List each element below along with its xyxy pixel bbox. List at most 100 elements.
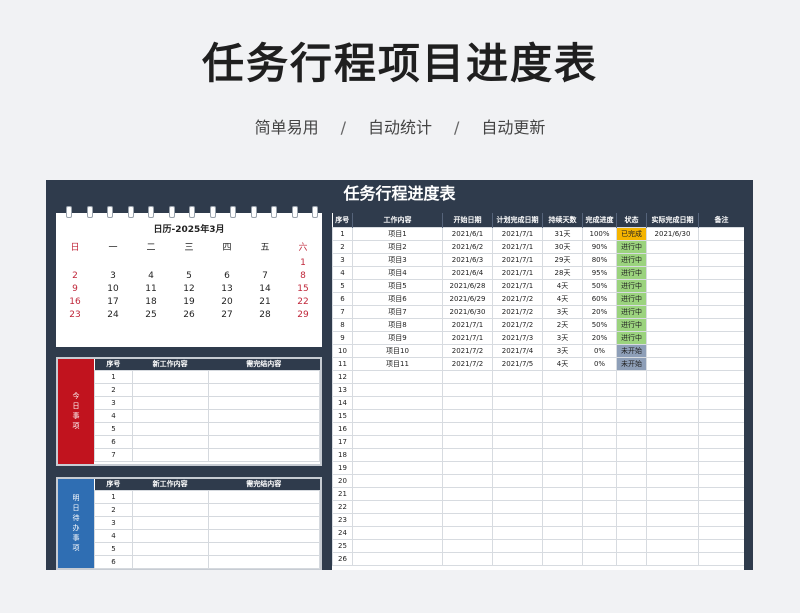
work-item-cell[interactable] xyxy=(352,447,443,462)
work-item-cell[interactable] xyxy=(352,499,443,514)
calendar-day[interactable]: 26 xyxy=(170,309,208,322)
work-item-cell[interactable] xyxy=(352,512,443,527)
duration-cell[interactable]: 30天 xyxy=(542,239,583,254)
actual-date-cell[interactable] xyxy=(646,434,699,449)
calendar-day[interactable]: 11 xyxy=(132,283,170,296)
duration-cell[interactable]: 31天 xyxy=(542,226,583,241)
planned-date-cell[interactable]: 2021/7/1 xyxy=(492,252,543,267)
status-badge[interactable] xyxy=(616,512,647,527)
work-item-cell[interactable]: 项目8 xyxy=(352,317,443,332)
start-date-cell[interactable] xyxy=(442,434,493,449)
status-badge[interactable]: 进行中 xyxy=(616,265,647,280)
to-finish-cell[interactable] xyxy=(207,515,320,530)
planned-date-cell[interactable] xyxy=(492,460,543,475)
start-date-cell[interactable]: 2021/6/28 xyxy=(442,278,493,293)
duration-cell[interactable]: 4天 xyxy=(542,356,583,371)
work-item-cell[interactable]: 项目1 xyxy=(352,226,443,241)
actual-date-cell[interactable] xyxy=(646,408,699,423)
status-badge[interactable] xyxy=(616,382,647,397)
actual-date-cell[interactable] xyxy=(646,460,699,475)
new-work-cell[interactable] xyxy=(131,369,209,384)
duration-cell[interactable]: 3天 xyxy=(542,330,583,345)
progress-cell[interactable] xyxy=(582,369,617,384)
calendar-day[interactable]: 25 xyxy=(132,309,170,322)
duration-cell[interactable] xyxy=(542,382,583,397)
start-date-cell[interactable] xyxy=(442,538,493,553)
start-date-cell[interactable] xyxy=(442,486,493,501)
new-work-cell[interactable] xyxy=(131,408,209,423)
status-badge[interactable] xyxy=(616,434,647,449)
progress-cell[interactable]: 50% xyxy=(582,278,617,293)
note-cell[interactable] xyxy=(698,356,744,371)
calendar-day[interactable]: 28 xyxy=(246,309,284,322)
note-cell[interactable] xyxy=(698,512,744,527)
actual-date-cell[interactable] xyxy=(646,447,699,462)
status-badge[interactable] xyxy=(616,538,647,553)
status-badge[interactable]: 已完成 xyxy=(616,226,647,241)
new-work-cell[interactable] xyxy=(131,554,209,569)
note-cell[interactable] xyxy=(698,473,744,488)
to-finish-cell[interactable] xyxy=(207,369,320,384)
duration-cell[interactable] xyxy=(542,408,583,423)
planned-date-cell[interactable] xyxy=(492,499,543,514)
work-item-cell[interactable] xyxy=(352,486,443,501)
progress-cell[interactable] xyxy=(582,434,617,449)
actual-date-cell[interactable] xyxy=(646,486,699,501)
duration-cell[interactable]: 3天 xyxy=(542,304,583,319)
status-badge[interactable] xyxy=(616,486,647,501)
new-work-cell[interactable] xyxy=(131,528,209,543)
progress-cell[interactable]: 0% xyxy=(582,343,617,358)
progress-cell[interactable] xyxy=(582,551,617,566)
progress-cell[interactable] xyxy=(582,408,617,423)
planned-date-cell[interactable]: 2021/7/2 xyxy=(492,317,543,332)
calendar-day[interactable]: 6 xyxy=(208,270,246,283)
calendar-day[interactable]: 9 xyxy=(56,283,94,296)
calendar-day[interactable] xyxy=(132,257,170,270)
status-badge[interactable] xyxy=(616,525,647,540)
start-date-cell[interactable] xyxy=(442,369,493,384)
planned-date-cell[interactable] xyxy=(492,447,543,462)
status-badge[interactable]: 未开始 xyxy=(616,356,647,371)
actual-date-cell[interactable] xyxy=(646,317,699,332)
status-badge[interactable] xyxy=(616,460,647,475)
note-cell[interactable] xyxy=(698,226,744,241)
planned-date-cell[interactable] xyxy=(492,486,543,501)
new-work-cell[interactable] xyxy=(131,395,209,410)
progress-cell[interactable] xyxy=(582,382,617,397)
planned-date-cell[interactable] xyxy=(492,434,543,449)
start-date-cell[interactable]: 2021/6/1 xyxy=(442,226,493,241)
planned-date-cell[interactable]: 2021/7/1 xyxy=(492,239,543,254)
work-item-cell[interactable] xyxy=(352,473,443,488)
to-finish-cell[interactable] xyxy=(207,554,320,569)
actual-date-cell[interactable] xyxy=(646,382,699,397)
calendar-day[interactable] xyxy=(170,257,208,270)
new-work-cell[interactable] xyxy=(131,515,209,530)
note-cell[interactable] xyxy=(698,538,744,553)
actual-date-cell[interactable] xyxy=(646,330,699,345)
duration-cell[interactable]: 2天 xyxy=(542,317,583,332)
new-work-cell[interactable] xyxy=(131,421,209,436)
to-finish-cell[interactable] xyxy=(207,541,320,556)
status-badge[interactable] xyxy=(616,395,647,410)
work-item-cell[interactable] xyxy=(352,538,443,553)
calendar-day[interactable]: 5 xyxy=(170,270,208,283)
actual-date-cell[interactable] xyxy=(646,512,699,527)
note-cell[interactable] xyxy=(698,291,744,306)
progress-cell[interactable]: 50% xyxy=(582,317,617,332)
calendar-day[interactable] xyxy=(94,257,132,270)
status-badge[interactable] xyxy=(616,408,647,423)
work-item-cell[interactable] xyxy=(352,408,443,423)
to-finish-cell[interactable] xyxy=(207,447,320,462)
actual-date-cell[interactable]: 2021/6/30 xyxy=(646,226,699,241)
planned-date-cell[interactable]: 2021/7/1 xyxy=(492,265,543,280)
planned-date-cell[interactable] xyxy=(492,382,543,397)
calendar-day[interactable]: 10 xyxy=(94,283,132,296)
calendar-day[interactable]: 1 xyxy=(284,257,322,270)
actual-date-cell[interactable] xyxy=(646,278,699,293)
progress-cell[interactable] xyxy=(582,473,617,488)
status-badge[interactable] xyxy=(616,447,647,462)
note-cell[interactable] xyxy=(698,317,744,332)
actual-date-cell[interactable] xyxy=(646,239,699,254)
progress-cell[interactable] xyxy=(582,499,617,514)
work-item-cell[interactable]: 项目5 xyxy=(352,278,443,293)
